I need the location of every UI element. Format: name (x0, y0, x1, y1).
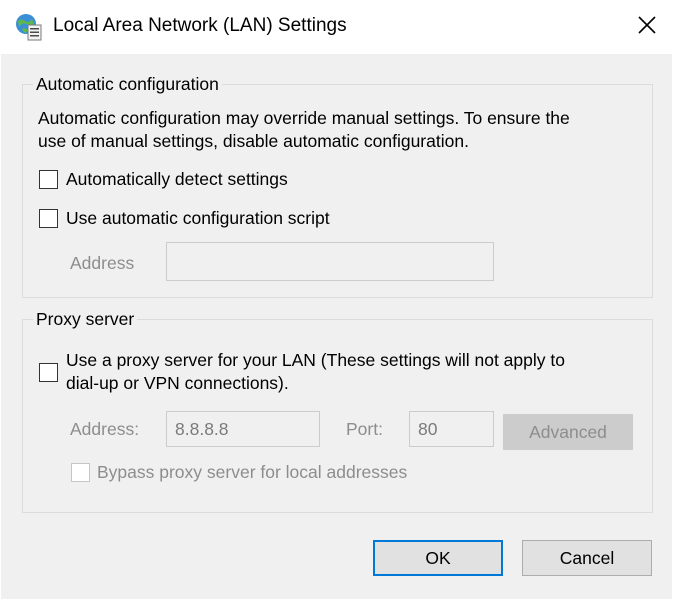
proxy-address-label: Address: (70, 419, 140, 439)
bypass-local-checkbox[interactable] (71, 463, 90, 482)
dialog-body: Automatic configuration Automatic config… (1, 54, 672, 599)
automatic-configuration-legend: Automatic configuration (33, 73, 222, 95)
auto-detect-checkbox[interactable] (39, 170, 58, 189)
use-script-label[interactable]: Use automatic configuration script (66, 207, 330, 230)
script-address-label: Address (70, 253, 135, 273)
proxy-port-field[interactable]: 80 (409, 411, 494, 447)
close-button[interactable] (620, 0, 673, 54)
proxy-server-legend: Proxy server (33, 308, 138, 330)
auto-config-description-line1: Automatic configuration may override man… (38, 108, 570, 128)
proxy-address-field[interactable]: 8.8.8.8 (166, 411, 320, 447)
proxy-port-label: Port: (346, 419, 383, 439)
close-icon (637, 15, 656, 39)
window-title: Local Area Network (LAN) Settings (53, 15, 347, 36)
use-proxy-label-line1[interactable]: Use a proxy server for your LAN (These s… (66, 349, 565, 372)
advanced-button[interactable]: Advanced (503, 414, 633, 450)
use-proxy-checkbox[interactable] (39, 363, 58, 382)
title-bar: Local Area Network (LAN) Settings (0, 0, 673, 54)
cancel-button[interactable]: Cancel (522, 540, 652, 576)
auto-detect-label[interactable]: Automatically detect settings (66, 168, 288, 191)
script-address-field[interactable] (166, 242, 494, 281)
use-script-checkbox[interactable] (39, 209, 58, 228)
ok-button[interactable]: OK (373, 540, 503, 576)
bypass-local-label[interactable]: Bypass proxy server for local addresses (97, 461, 407, 484)
use-proxy-label-line2[interactable]: dial-up or VPN connections). (66, 372, 289, 395)
auto-config-description-line2: use of manual settings, disable automati… (38, 131, 469, 151)
network-globe-settings-icon (14, 12, 44, 42)
